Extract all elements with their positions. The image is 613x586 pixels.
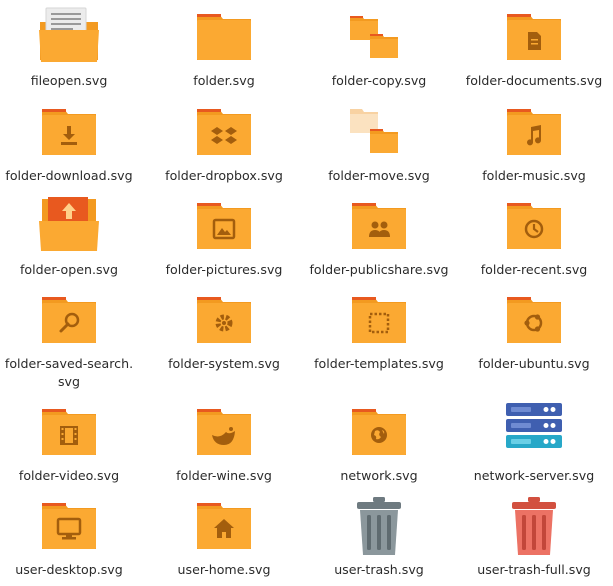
folder-system-icon — [193, 289, 255, 351]
folder-download-icon — [38, 101, 100, 163]
file-item[interactable]: folder.svg — [149, 6, 299, 90]
file-name: user-desktop.svg — [15, 562, 123, 577]
folder-templates-icon — [348, 289, 410, 351]
file-name: folder-video.svg — [18, 468, 120, 483]
file-name: folder-templates.svg — [314, 356, 444, 371]
file-item[interactable]: folder-ubuntu.svg — [459, 289, 609, 373]
file-item[interactable]: folder-recent.svg — [459, 195, 609, 279]
file-name: folder-documents.svg — [465, 73, 603, 88]
file-name: folder-wine.svg — [176, 468, 272, 483]
folder-documents-icon — [503, 6, 565, 68]
file-name: fileopen.svg — [30, 73, 108, 88]
file-name: folder-copy.svg — [331, 73, 427, 88]
file-name: folder-system.svg — [168, 356, 280, 371]
file-name: folder-music.svg — [482, 168, 586, 183]
file-name: folder-saved-search. svg — [4, 356, 134, 389]
file-name: folder-ubuntu.svg — [478, 356, 590, 371]
file-name: folder-recent.svg — [480, 262, 588, 277]
file-name: user-trash-full.svg — [477, 562, 591, 577]
user-trash-full-icon — [503, 495, 565, 557]
file-name: folder-download.svg — [5, 168, 133, 183]
file-item[interactable]: folder-saved-search. svg — [0, 289, 144, 391]
folder-wine-icon — [193, 401, 255, 463]
folder-open-icon — [38, 195, 100, 257]
folder-music-icon — [503, 101, 565, 163]
folder-saved-search-icon — [38, 289, 100, 351]
file-item[interactable]: folder-open.svg — [0, 195, 144, 279]
file-item[interactable]: folder-copy.svg — [304, 6, 454, 90]
file-name: folder-dropbox.svg — [165, 168, 283, 183]
file-item[interactable]: user-trash-full.svg — [459, 495, 609, 579]
file-item[interactable]: user-desktop.svg — [0, 495, 144, 579]
file-item[interactable]: folder-download.svg — [0, 101, 144, 185]
network-server-icon — [503, 401, 565, 463]
file-name: folder-publicshare.svg — [309, 262, 449, 277]
file-item[interactable]: network-server.svg — [459, 401, 609, 485]
file-item[interactable]: folder-templates.svg — [304, 289, 454, 373]
file-name: user-home.svg — [177, 562, 271, 577]
file-item[interactable]: folder-system.svg — [149, 289, 299, 373]
file-item[interactable]: folder-pictures.svg — [149, 195, 299, 279]
file-item[interactable]: network.svg — [304, 401, 454, 485]
folder-publicshare-icon — [348, 195, 410, 257]
file-item[interactable]: user-trash.svg — [304, 495, 454, 579]
file-name: network-server.svg — [473, 468, 595, 483]
folder-dropbox-icon — [193, 101, 255, 163]
file-name: user-trash.svg — [334, 562, 424, 577]
file-name: folder.svg — [193, 73, 255, 88]
user-home-icon — [193, 495, 255, 557]
file-item[interactable]: fileopen.svg — [0, 6, 144, 90]
file-name: folder-pictures.svg — [165, 262, 283, 277]
folder-ubuntu-icon — [503, 289, 565, 351]
network-icon — [348, 401, 410, 463]
file-item[interactable]: folder-publicshare.svg — [304, 195, 454, 279]
folder-icon — [193, 6, 255, 68]
file-item[interactable]: folder-music.svg — [459, 101, 609, 185]
folder-copy-icon — [348, 6, 410, 68]
folder-move-icon — [348, 101, 410, 163]
file-name: folder-open.svg — [20, 262, 118, 277]
file-item[interactable]: folder-video.svg — [0, 401, 144, 485]
file-item[interactable]: folder-wine.svg — [149, 401, 299, 485]
file-item[interactable]: folder-documents.svg — [459, 6, 609, 90]
file-item[interactable]: folder-move.svg — [304, 101, 454, 185]
file-item[interactable]: user-home.svg — [149, 495, 299, 579]
folder-video-icon — [38, 401, 100, 463]
file-name: network.svg — [340, 468, 418, 483]
folder-recent-icon — [503, 195, 565, 257]
user-trash-icon — [348, 495, 410, 557]
folder-pictures-icon — [193, 195, 255, 257]
file-name: folder-move.svg — [328, 168, 430, 183]
icon-grid: fileopen.svg folder.svg folder-copy.svg — [0, 0, 613, 586]
fileopen-icon — [38, 6, 100, 68]
file-item[interactable]: folder-dropbox.svg — [149, 101, 299, 185]
user-desktop-icon — [38, 495, 100, 557]
